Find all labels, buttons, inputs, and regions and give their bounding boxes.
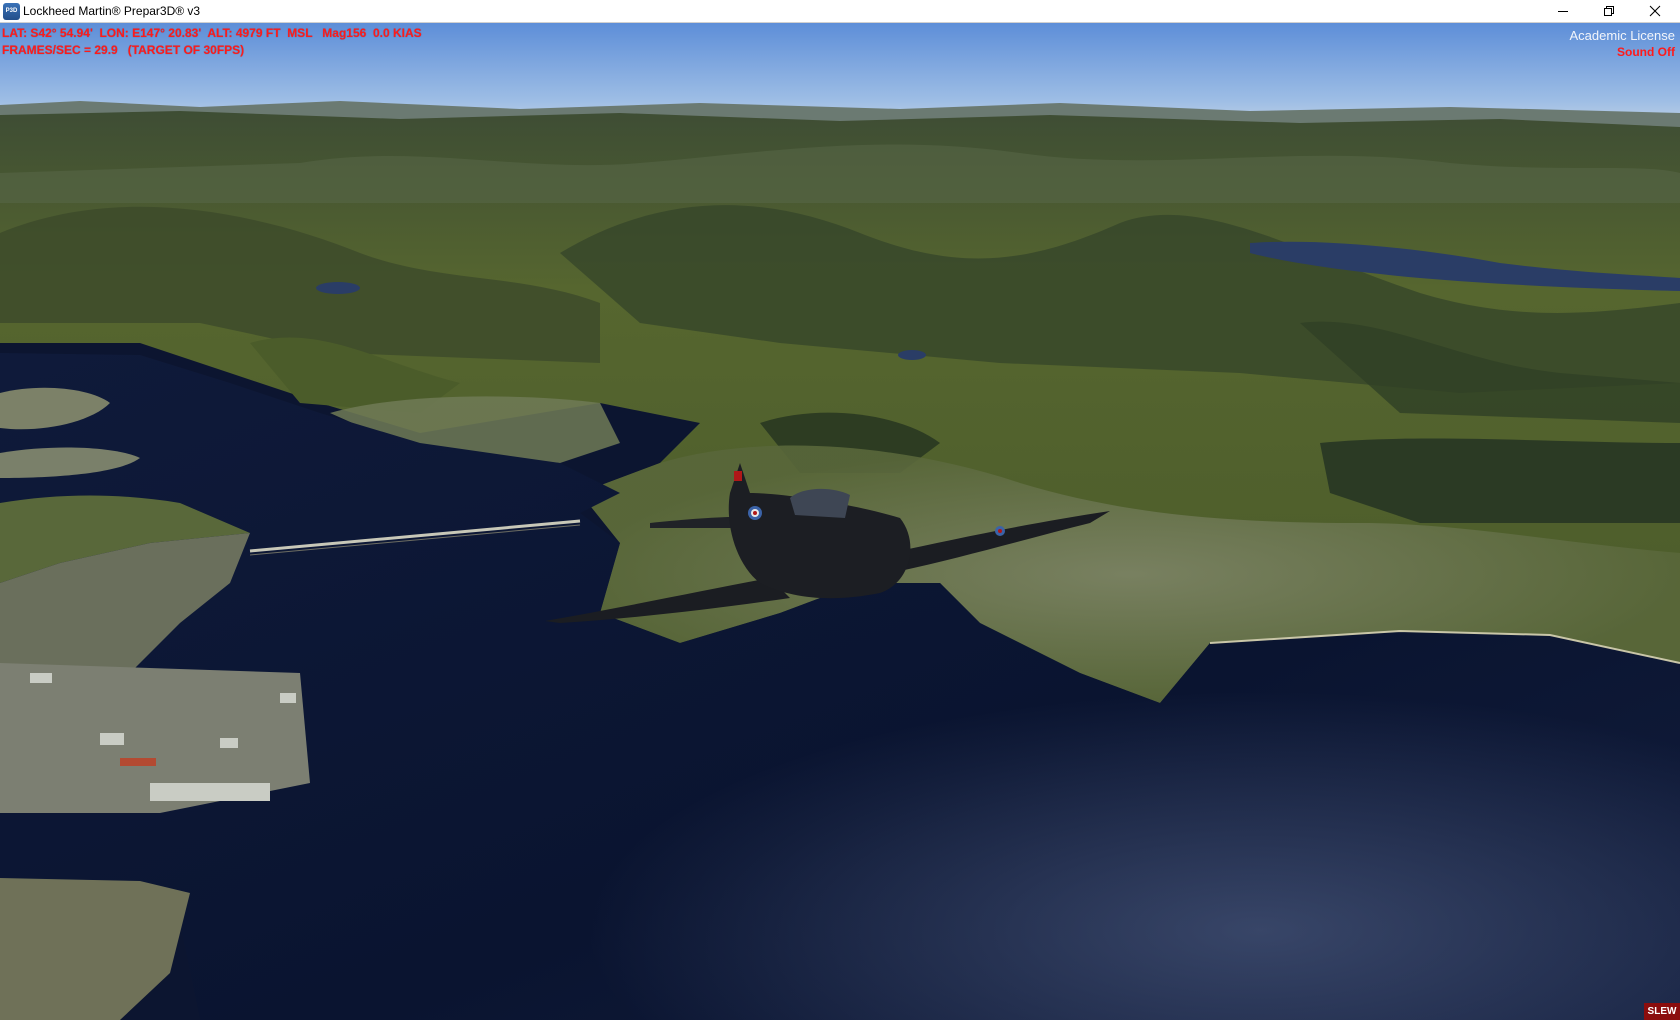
sim-viewport[interactable]: LAT: S42° 54.94' LON: E147° 20.83' ALT: … <box>0 23 1680 1020</box>
position-readout: LAT: S42° 54.94' LON: E147° 20.83' ALT: … <box>2 26 422 40</box>
window-title: Lockheed Martin® Prepar3D® v3 <box>23 4 201 18</box>
minimize-icon <box>1558 11 1568 12</box>
close-icon <box>1649 5 1661 17</box>
license-label: Academic License <box>1569 28 1676 43</box>
slew-indicator: SLEW <box>1644 1003 1680 1020</box>
scenery-view <box>0 23 1680 1020</box>
restore-icon <box>1604 6 1614 16</box>
app-icon: P3D <box>3 3 20 20</box>
sound-status: Sound Off <box>1617 45 1675 59</box>
minimize-button[interactable] <box>1540 0 1586 22</box>
title-bar: P3D Lockheed Martin® Prepar3D® v3 <box>0 0 1680 23</box>
framerate-readout: FRAMES/SEC = 29.9 (TARGET OF 30FPS) <box>2 43 245 57</box>
restore-button[interactable] <box>1586 0 1632 22</box>
close-button[interactable] <box>1632 0 1678 22</box>
